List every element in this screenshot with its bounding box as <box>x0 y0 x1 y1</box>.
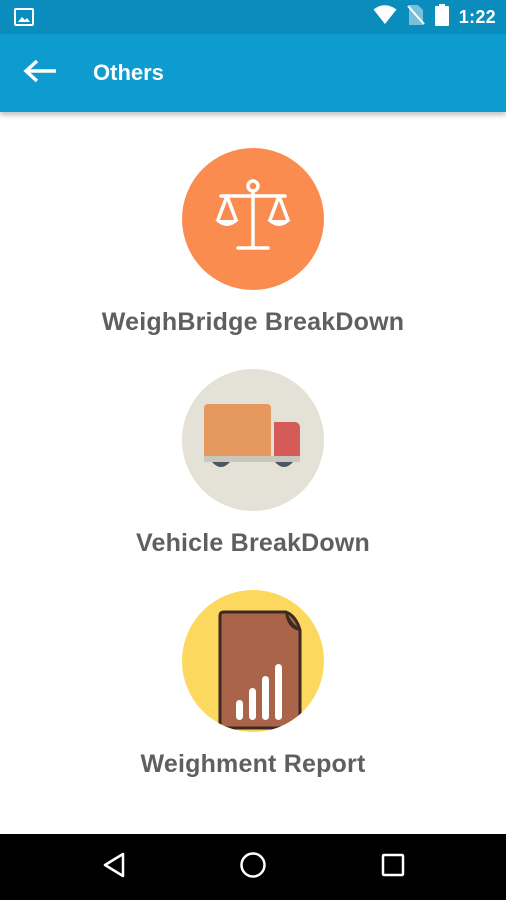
weighbridge-breakdown-label: WeighBridge BreakDown <box>101 308 405 336</box>
no-sim-icon <box>407 4 425 31</box>
navigation-bar <box>0 834 506 900</box>
nav-back-button[interactable] <box>79 834 149 900</box>
status-bar: 1:22 <box>0 0 506 34</box>
page-title: Others <box>93 60 164 85</box>
status-time: 1:22 <box>458 6 496 27</box>
wifi-icon <box>373 4 397 30</box>
nav-home-button[interactable] <box>218 834 288 900</box>
report-icon <box>182 590 324 732</box>
app-bar: Others <box>0 34 506 112</box>
image-icon <box>14 8 34 31</box>
weighment-report-item[interactable]: Weighment Report <box>0 590 506 779</box>
battery-icon <box>434 3 449 31</box>
weighbridge-breakdown-item[interactable]: WeighBridge BreakDown <box>0 148 506 337</box>
menu-list: WeighBridge BreakDown Vehicle BreakDown <box>0 112 506 834</box>
arrow-back-icon <box>23 59 57 88</box>
weighment-report-label: Weighment Report <box>140 750 366 778</box>
back-triangle-icon <box>102 852 126 883</box>
truck-icon <box>182 369 324 511</box>
recents-square-icon <box>381 853 405 882</box>
home-circle-icon <box>239 851 267 884</box>
back-button[interactable] <box>14 52 66 94</box>
scale-icon <box>182 148 324 290</box>
vehicle-breakdown-label: Vehicle BreakDown <box>135 529 371 557</box>
nav-recents-button[interactable] <box>358 834 428 900</box>
vehicle-breakdown-item[interactable]: Vehicle BreakDown <box>0 369 506 558</box>
